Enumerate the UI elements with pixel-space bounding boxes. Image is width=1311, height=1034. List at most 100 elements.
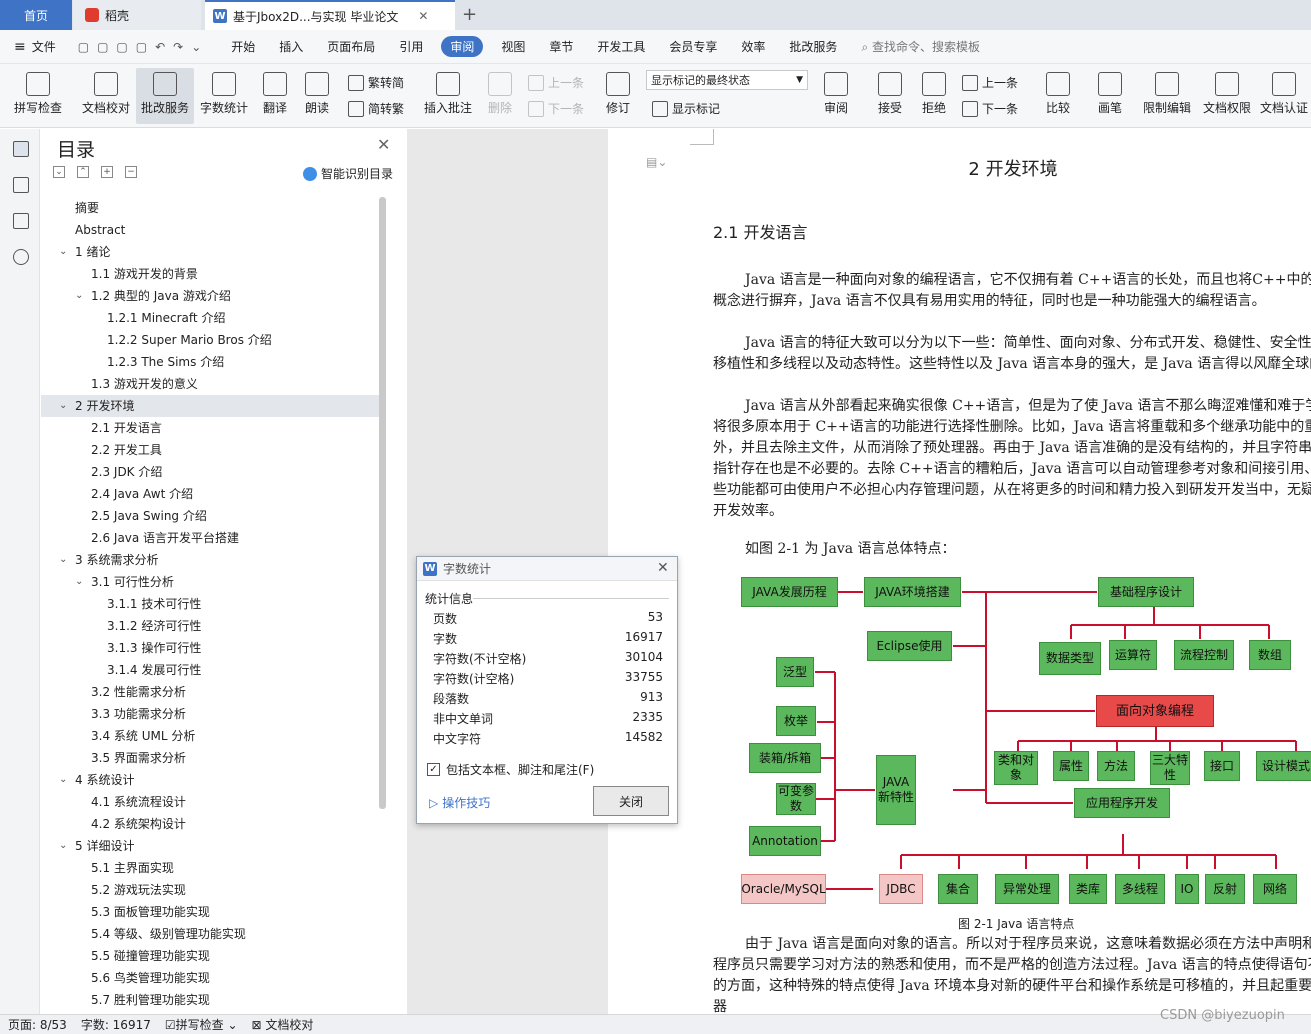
insert-comment-button[interactable]: 插入批注: [420, 68, 476, 124]
chevron-down-icon[interactable]: ⌄: [59, 549, 67, 571]
chevron-down-icon[interactable]: ⌄: [75, 285, 83, 307]
menu-reference[interactable]: 引用: [387, 38, 435, 55]
smart-toc-button[interactable]: 智能识别目录: [303, 165, 393, 182]
chevron-down-icon[interactable]: ⌄: [59, 241, 67, 263]
toc-item[interactable]: 4.1 系统流程设计: [41, 791, 379, 813]
toc-item[interactable]: 3.1.4 发展可行性: [41, 659, 379, 681]
doc-auth-button[interactable]: 文档认证: [1258, 68, 1310, 124]
restrict-edit-button[interactable]: 限制编辑: [1138, 68, 1196, 124]
expand-up-icon[interactable]: ⌃: [77, 166, 89, 178]
toc-item[interactable]: 3.1.1 技术可行性: [41, 593, 379, 615]
toc-item[interactable]: ⌄ 1 绪论: [41, 241, 379, 263]
compare-button[interactable]: 比较: [1038, 68, 1078, 124]
menu-view[interactable]: 视图: [489, 38, 537, 55]
toc-item[interactable]: ⌄ 1.2 典型的 Java 游戏介绍: [41, 285, 379, 307]
doc-permission-button[interactable]: 文档权限: [1198, 68, 1256, 124]
menu-insert[interactable]: 插入: [267, 38, 315, 55]
translate-button[interactable]: 翻译: [256, 68, 294, 124]
correct-service-button[interactable]: 批改服务: [136, 68, 194, 124]
tab-docer[interactable]: 稻壳: [73, 0, 201, 30]
simp-to-trad-button[interactable]: 简转繁: [348, 100, 404, 117]
search-icon[interactable]: [13, 249, 29, 265]
toc-item[interactable]: 5.3 面板管理功能实现: [41, 901, 379, 923]
quick-access-icons[interactable]: ▢▢▢▢↶↷⌄: [68, 40, 220, 54]
toc-item[interactable]: 2.6 Java 语言开发平台搭建: [41, 527, 379, 549]
accept-button[interactable]: 接受: [870, 68, 910, 124]
tips-link[interactable]: ▷ 操作技巧: [429, 794, 490, 811]
word-count-indicator[interactable]: 字数: 16917: [81, 1016, 151, 1033]
toc-item[interactable]: 2.5 Java Swing 介绍: [41, 505, 379, 527]
page-indicator[interactable]: 页面: 8/53: [8, 1016, 67, 1033]
dialog-titlebar[interactable]: W 字数统计: [417, 557, 677, 581]
toc-scrollbar[interactable]: [379, 197, 386, 809]
add-level-icon[interactable]: +: [101, 166, 113, 178]
review-pane-button[interactable]: 审阅: [816, 68, 856, 124]
toc-item[interactable]: 2.1 开发语言: [41, 417, 379, 439]
next-change-button[interactable]: 下一条: [962, 100, 1018, 117]
command-search[interactable]: ⌕ 查找命令、搜索模板: [849, 38, 992, 55]
toc-item[interactable]: 5.2 游戏玩法实现: [41, 879, 379, 901]
toc-item[interactable]: 3.3 功能需求分析: [41, 703, 379, 725]
tab-document[interactable]: W 基于Jbox2D...与实现 毕业论文 ✕: [205, 0, 455, 30]
word-count-button[interactable]: 字数统计: [196, 68, 252, 124]
revise-button[interactable]: 修订: [598, 68, 638, 124]
toc-item[interactable]: Abstract: [41, 219, 379, 241]
toc-item[interactable]: 3.5 界面需求分析: [41, 747, 379, 769]
toc-item[interactable]: 3.1.3 操作可行性: [41, 637, 379, 659]
menu-chapter[interactable]: 章节: [537, 38, 585, 55]
doc-proof-button[interactable]: 文档校对: [76, 68, 136, 124]
prev-change-button[interactable]: 上一条: [962, 74, 1018, 91]
menu-efficiency[interactable]: 效率: [729, 38, 777, 55]
toc-item[interactable]: ⌄ 5 详细设计: [41, 835, 379, 857]
toc-item[interactable]: ⌄ 4 系统设计: [41, 769, 379, 791]
toc-item[interactable]: 1.2.3 The Sims 介绍: [41, 351, 379, 373]
toc-item[interactable]: 5.5 碰撞管理功能实现: [41, 945, 379, 967]
toc-item[interactable]: 摘要: [41, 197, 379, 219]
toc-item[interactable]: ⌄ 3.1 可行性分析: [41, 571, 379, 593]
reject-button[interactable]: 拒绝: [914, 68, 954, 124]
toc-item[interactable]: 1.2.1 Minecraft 介绍: [41, 307, 379, 329]
chevron-down-icon[interactable]: ⌄: [59, 835, 67, 857]
tab-home[interactable]: 首页: [0, 0, 72, 30]
include-textbox-checkbox[interactable]: ✓ 包括文本框、脚注和尾注(F): [427, 761, 594, 778]
collapse-all-icon[interactable]: ⌄: [53, 166, 65, 178]
toc-item[interactable]: 1.3 游戏开发的意义: [41, 373, 379, 395]
close-button[interactable]: 关闭: [593, 786, 669, 816]
chevron-down-icon[interactable]: ⌄: [75, 571, 83, 593]
menu-member[interactable]: 会员专享: [657, 38, 729, 55]
bookmark-icon[interactable]: [13, 213, 29, 229]
spell-check-button[interactable]: 拼写检查: [6, 68, 70, 124]
toc-item[interactable]: 2.2 开发工具: [41, 439, 379, 461]
menu-file[interactable]: 文件: [26, 38, 68, 55]
toc-item[interactable]: 5.4 等级、级别管理功能实现: [41, 923, 379, 945]
toc-item[interactable]: ⌄ 3 系统需求分析: [41, 549, 379, 571]
toc-item[interactable]: 2.4 Java Awt 介绍: [41, 483, 379, 505]
toc-item[interactable]: 5.7 胜利管理功能实现: [41, 989, 379, 1011]
chevron-down-icon[interactable]: ⌄: [59, 769, 67, 791]
remove-level-icon[interactable]: −: [125, 166, 137, 178]
status-proof[interactable]: ⊠ 文档校对: [252, 1016, 314, 1033]
menu-devtools[interactable]: 开发工具: [585, 38, 657, 55]
close-icon[interactable]: ✕: [418, 9, 428, 23]
chevron-down-icon[interactable]: ⌄: [59, 395, 67, 417]
toc-item[interactable]: 1.1 游戏开发的背景: [41, 263, 379, 285]
close-icon[interactable]: ✕: [377, 135, 390, 154]
toc-item[interactable]: 3.4 系统 UML 分析: [41, 725, 379, 747]
outline-icon[interactable]: [13, 177, 29, 193]
new-tab-button[interactable]: +: [462, 4, 477, 25]
trad-to-simp-button[interactable]: 繁转简: [348, 74, 404, 91]
toc-item[interactable]: ⌄ 2 开发环境: [41, 395, 379, 417]
next-comment-button[interactable]: 下一条: [528, 100, 584, 117]
show-marks-button[interactable]: 显示标记: [652, 100, 720, 117]
menu-review[interactable]: 审阅: [441, 36, 484, 57]
toc-item[interactable]: 3.2 性能需求分析: [41, 681, 379, 703]
menu-start[interactable]: 开始: [219, 38, 267, 55]
menu-correct[interactable]: 批改服务: [777, 38, 849, 55]
toc-item[interactable]: 4.2 系统架构设计: [41, 813, 379, 835]
delete-comment-button[interactable]: 删除: [480, 68, 520, 124]
toc-item[interactable]: 1.2.2 Super Mario Bros 介绍: [41, 329, 379, 351]
toc-item[interactable]: 2.3 JDK 介绍: [41, 461, 379, 483]
toc-panel-icon[interactable]: [13, 141, 29, 157]
pen-button[interactable]: 画笔: [1090, 68, 1130, 124]
close-icon[interactable]: ✕: [657, 560, 669, 576]
